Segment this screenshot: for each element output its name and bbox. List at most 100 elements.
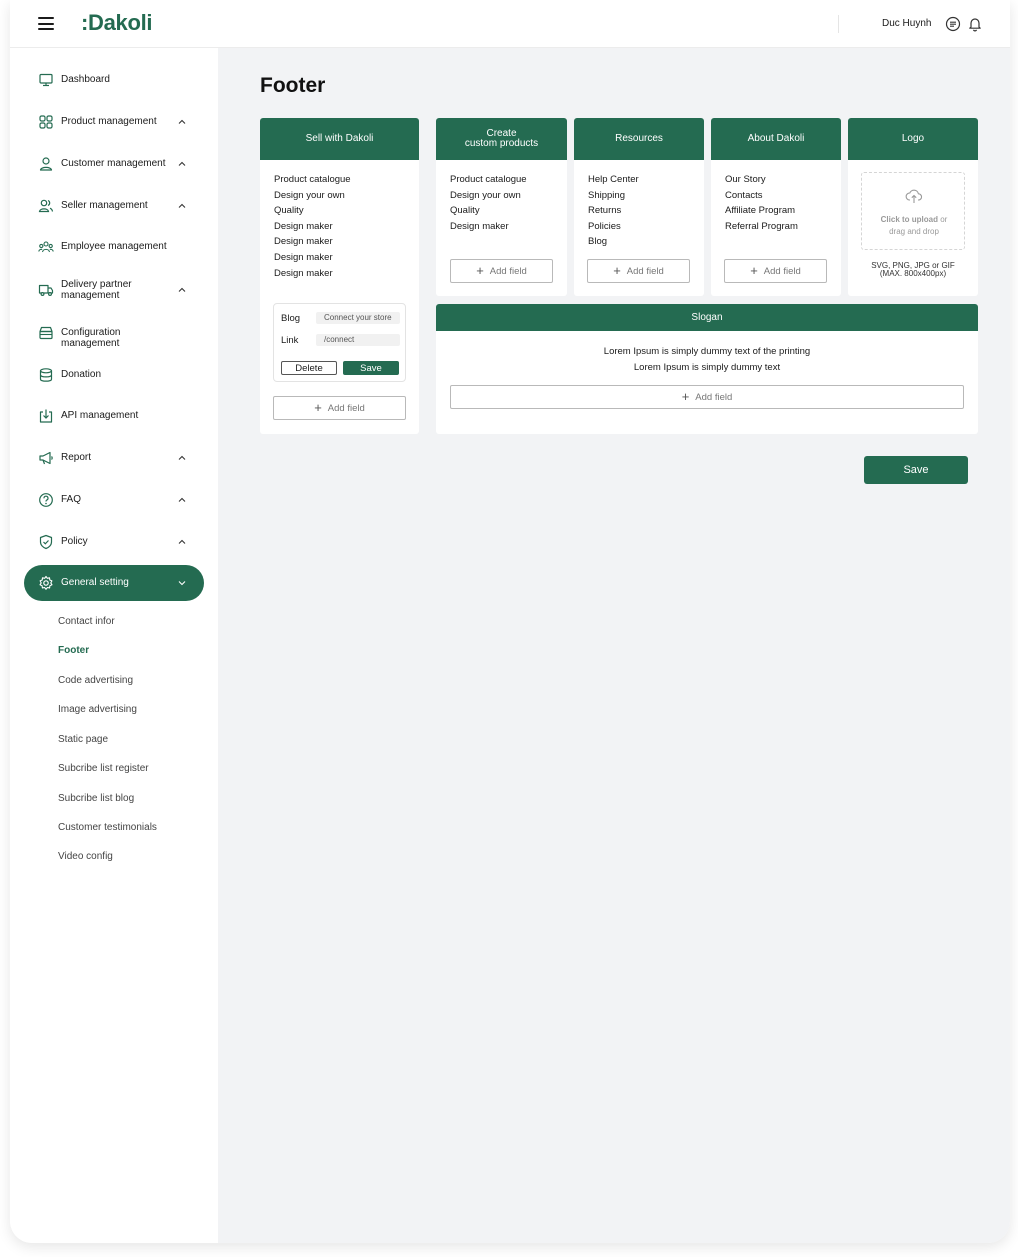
topbar-divider xyxy=(838,15,839,33)
upload-drag: drag and drop xyxy=(889,227,939,236)
list-item[interactable]: Our Story xyxy=(725,174,798,190)
sub-item-video-config[interactable]: Video config xyxy=(58,851,113,862)
slogan-line[interactable]: Lorem Ipsum is simply dummy text of the … xyxy=(436,344,978,360)
chevron-up-icon[interactable] xyxy=(177,159,187,169)
list-item[interactable]: Shipping xyxy=(588,190,639,206)
sidebar-item-delivery-partner-management[interactable]: Delivery partner management xyxy=(24,272,204,308)
name-input[interactable] xyxy=(316,312,400,324)
link-input[interactable] xyxy=(316,334,400,346)
sidebar-item-label: Customer management xyxy=(61,158,166,169)
chevron-up-icon[interactable] xyxy=(177,117,187,127)
list-item[interactable]: Blog xyxy=(588,236,639,252)
sidebar-item-configuration-management[interactable]: Configuration management xyxy=(24,315,204,351)
list-item[interactable]: Design your own xyxy=(450,190,527,206)
megaphone-icon xyxy=(39,451,53,465)
sidebar-item-label: Dashboard xyxy=(61,74,110,85)
sidebar-item-api-management[interactable]: API management xyxy=(24,398,204,434)
sidebar-item-employee-management[interactable]: Employee management xyxy=(24,229,204,265)
sidebar-item-faq[interactable]: FAQ xyxy=(24,482,204,518)
sub-item-customer-testimonials[interactable]: Customer testimonials xyxy=(58,822,157,833)
upload-format-line: (MAX. 800x400px) xyxy=(879,269,947,278)
add-field-button[interactable]: + Add field xyxy=(450,259,553,283)
list-item[interactable]: Quality xyxy=(274,205,351,221)
upload-cta[interactable]: Click to upload xyxy=(881,215,938,224)
hamburger-menu-icon[interactable] xyxy=(38,17,54,30)
message-icon[interactable] xyxy=(945,16,961,32)
list-item[interactable]: Quality xyxy=(450,205,527,221)
page-title: Footer xyxy=(260,74,326,97)
list-item[interactable]: Returns xyxy=(588,205,639,221)
footer-column-sell: Sell with Dakoli Product catalogue Desig… xyxy=(260,118,419,434)
sub-item-footer[interactable]: Footer xyxy=(58,645,89,656)
slogan-header: Slogan xyxy=(436,304,978,331)
sub-item-subcribe-list-register[interactable]: Subcribe list register xyxy=(58,763,149,774)
box-icon xyxy=(39,326,53,340)
add-field-button[interactable]: + Add field xyxy=(273,396,406,420)
main-content: Footer Sell with Dakoli Product catalogu… xyxy=(218,48,1010,1243)
chevron-up-icon[interactable] xyxy=(177,537,187,547)
column-header: Logo xyxy=(848,118,978,160)
list-item[interactable]: Design maker xyxy=(450,221,527,237)
user-icon xyxy=(39,157,53,171)
app-logo[interactable]: :Dakoli xyxy=(81,10,153,36)
list-item[interactable]: Help Center xyxy=(588,174,639,190)
upload-or: or xyxy=(940,215,948,224)
bell-icon[interactable] xyxy=(967,16,983,32)
column-links: Product catalogue Design your own Qualit… xyxy=(274,174,351,283)
sub-item-subcribe-list-blog[interactable]: Subcribe list blog xyxy=(58,793,134,804)
sidebar-item-customer-management[interactable]: Customer management xyxy=(24,146,204,182)
list-item[interactable]: Design maker xyxy=(274,221,351,237)
chevron-up-icon[interactable] xyxy=(177,495,187,505)
user-name[interactable]: Duc Huynh xyxy=(882,18,931,29)
list-item[interactable]: Design your own xyxy=(274,190,351,206)
save-button[interactable]: Save xyxy=(864,456,968,484)
sidebar-item-general-setting[interactable]: General setting xyxy=(24,565,204,601)
add-field-button[interactable]: + Add field xyxy=(587,259,690,283)
sidebar-item-label: FAQ xyxy=(61,494,82,505)
sidebar-item-label: Employee management xyxy=(61,241,167,252)
upload-format-note: SVG, PNG, JPG or GIF (MAX. 800x400px) xyxy=(848,262,978,278)
list-item[interactable]: Design maker xyxy=(274,236,351,252)
list-item[interactable]: Product catalogue xyxy=(274,174,351,190)
slogan-line[interactable]: Lorem Ipsum is simply dummy text xyxy=(436,360,978,376)
add-field-button[interactable]: + Add field xyxy=(724,259,827,283)
chevron-down-icon[interactable] xyxy=(177,578,187,588)
plus-icon: + xyxy=(681,389,690,404)
list-item[interactable]: Affiliate Program xyxy=(725,205,798,221)
chevron-up-icon[interactable] xyxy=(177,453,187,463)
footer-column-about: About Dakoli Our Story Contacts Affiliat… xyxy=(711,118,841,296)
help-circle-icon xyxy=(39,493,53,507)
add-field-button[interactable]: + Add field xyxy=(450,385,964,409)
sub-item-contact-infor[interactable]: Contact infor xyxy=(58,616,115,627)
list-item[interactable]: Design maker xyxy=(274,252,351,268)
footer-slogan: Slogan Lorem Ipsum is simply dummy text … xyxy=(436,304,978,434)
chevron-up-icon[interactable] xyxy=(177,285,187,295)
list-item[interactable]: Contacts xyxy=(725,190,798,206)
list-item[interactable]: Policies xyxy=(588,221,639,237)
save-link-button[interactable]: Save xyxy=(343,361,399,375)
sidebar-item-policy[interactable]: Policy xyxy=(24,524,204,560)
footer-column-create: Create custom products Product catalogue… xyxy=(436,118,567,296)
add-field-label: Add field xyxy=(327,402,365,414)
sub-item-static-page[interactable]: Static page xyxy=(58,734,108,745)
list-item[interactable]: Design maker xyxy=(274,268,351,284)
logo-upload-dropzone[interactable]: Click to upload or drag and drop xyxy=(861,172,965,250)
sidebar-item-donation[interactable]: Donation xyxy=(24,357,204,393)
sidebar: Dashboard Product management Customer ma… xyxy=(10,48,218,1243)
delete-button[interactable]: Delete xyxy=(281,361,337,375)
app-frame: :Dakoli Duc Huynh Dashboard Product mana… xyxy=(10,0,1010,1243)
sidebar-item-label: Report xyxy=(61,452,92,463)
grid-icon xyxy=(39,115,53,129)
list-item[interactable]: Referral Program xyxy=(725,221,798,237)
sidebar-item-product-management[interactable]: Product management xyxy=(24,104,204,140)
sub-item-image-advertising[interactable]: Image advertising xyxy=(58,704,137,715)
sidebar-item-label: Configuration management xyxy=(61,327,121,349)
database-icon xyxy=(39,368,53,382)
sidebar-item-dashboard[interactable]: Dashboard xyxy=(24,62,204,98)
sidebar-item-seller-management[interactable]: Seller management xyxy=(24,188,204,224)
plus-icon: + xyxy=(314,400,322,415)
sidebar-item-report[interactable]: Report xyxy=(24,440,204,476)
list-item[interactable]: Product catalogue xyxy=(450,174,527,190)
chevron-up-icon[interactable] xyxy=(177,201,187,211)
sub-item-code-advertising[interactable]: Code advertising xyxy=(58,675,133,686)
